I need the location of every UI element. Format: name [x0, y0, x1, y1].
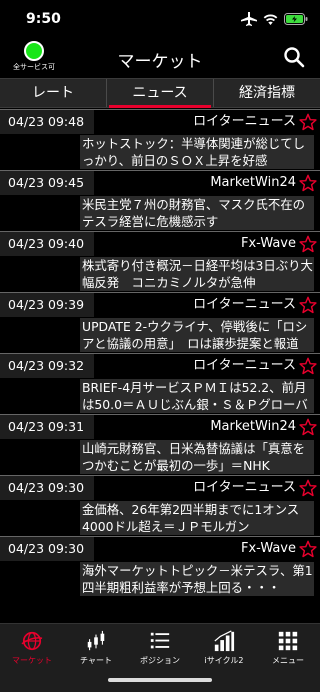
news-item[interactable]: 04/23 09:30 Fx-Wave 海外マーケットトピック－米テスラ、第1四… [0, 536, 320, 597]
tab-rate[interactable]: レート [0, 79, 106, 107]
news-meta: 04/23 09:45 MarketWin24 [0, 171, 320, 195]
tab-economic-indicators[interactable]: 経済指標 [213, 79, 320, 107]
news-meta: 04/23 09:30 ロイターニュース [0, 476, 320, 500]
home-indicator[interactable] [108, 678, 212, 682]
news-headline: 金価格、26年第2四半期までに1オンス4000ドル超え＝ＪＰモルガン [80, 501, 314, 535]
star-icon[interactable] [299, 113, 317, 131]
news-source: ロイターニュース [193, 358, 296, 373]
status-bar: 9:50 [0, 0, 320, 38]
news-item[interactable]: 04/23 09:48 ロイターニュース ホットストック：半導体関連が総じてしっ… [0, 109, 320, 170]
news-source: Fx-Wave [240, 541, 296, 556]
news-item[interactable]: 04/23 09:32 ロイターニュース BRIEF-4月サービスＰＭＩは52.… [0, 353, 320, 414]
page-title: マーケット [117, 52, 203, 72]
news-headline: ホットストック：半導体関連が総じてしっかり、前日のＳＯＸ上昇を好感 [80, 135, 314, 169]
grid-icon [278, 631, 298, 651]
bottom-tab-label: メニュー [272, 656, 304, 665]
news-source: Fx-Wave [240, 236, 296, 251]
list-icon [150, 632, 170, 649]
news-source: ロイターニュース [193, 114, 296, 129]
news-item[interactable]: 04/23 09:39 ロイターニュース UPDATE 2-ウクライナ、停戦後に… [0, 292, 320, 353]
news-meta: 04/23 09:31 MarketWin24 [0, 415, 320, 439]
star-icon[interactable] [299, 235, 317, 253]
battery-icon [284, 13, 308, 25]
news-headline: 山崎元財務官、日米為替協議は「真意をつかむことが最初の一歩」＝NHK [80, 440, 314, 474]
news-date: 04/23 09:45 [0, 171, 94, 195]
news-headline: 米民主党７州の財務官、マスク氏不在のテスラ経営に危機感示す [80, 196, 314, 230]
star-icon[interactable] [299, 540, 317, 558]
bottom-tab-label: マーケット [12, 656, 52, 665]
nav-bar: 全サービス可 マーケット [0, 38, 320, 78]
news-date: 04/23 09:48 [0, 110, 94, 134]
bottom-tab-menu[interactable]: メニュー [256, 624, 320, 692]
news-meta: 04/23 09:39 ロイターニュース [0, 293, 320, 317]
news-item[interactable]: 04/23 09:30 ロイターニュース 金価格、26年第2四半期までに1オンス… [0, 475, 320, 536]
news-item[interactable]: 04/23 09:45 MarketWin24 米民主党７州の財務官、マスク氏不… [0, 170, 320, 231]
bottom-tab-label: ポジション [140, 656, 180, 665]
globe-icon [21, 631, 43, 651]
news-source: ロイターニュース [193, 297, 296, 312]
news-meta: 04/23 09:32 ロイターニュース [0, 354, 320, 378]
news-source: MarketWin24 [210, 175, 296, 190]
news-date: 04/23 09:30 [0, 537, 94, 561]
star-icon[interactable] [299, 174, 317, 192]
star-icon[interactable] [299, 296, 317, 314]
news-source: ロイターニュース [193, 480, 296, 495]
star-icon[interactable] [299, 418, 317, 436]
star-icon[interactable] [299, 357, 317, 375]
news-date: 04/23 09:31 [0, 415, 94, 439]
news-source: MarketWin24 [210, 419, 296, 434]
news-meta: 04/23 09:40 Fx-Wave [0, 232, 320, 256]
news-date: 04/23 09:32 [0, 354, 94, 378]
news-date: 04/23 09:40 [0, 232, 94, 256]
news-headline: UPDATE 2-ウクライナ、停戦後に「ロシアと協議の用意」 ロは譲歩提案と報道 [80, 318, 314, 352]
tab-news[interactable]: ニュース [106, 79, 213, 108]
bottom-tab-label: チャート [80, 656, 112, 665]
news-item[interactable]: 04/23 09:40 Fx-Wave 株式寄り付き概況－日経平均は3日ぶり大幅… [0, 231, 320, 292]
star-icon[interactable] [299, 479, 317, 497]
bottom-tab-market[interactable]: マーケット [0, 624, 64, 692]
news-item[interactable]: 04/23 09:31 MarketWin24 山崎元財務官、日米為替協議は「真… [0, 414, 320, 475]
candlestick-icon [87, 630, 105, 651]
news-list: 04/23 09:48 ロイターニュース ホットストック：半導体関連が総じてしっ… [0, 109, 320, 623]
airplane-icon [241, 12, 257, 26]
news-meta: 04/23 09:48 ロイターニュース [0, 110, 320, 134]
status-time: 9:50 [26, 11, 61, 27]
news-headline: 株式寄り付き概況－日経平均は3日ぶり大幅反発 コニカミノルタが急伸 [80, 257, 314, 291]
news-meta: 04/23 09:30 Fx-Wave [0, 537, 320, 561]
news-date: 04/23 09:39 [0, 293, 94, 317]
news-date: 04/23 09:30 [0, 476, 94, 500]
bottom-tab-label: iサイクル2 [204, 656, 244, 665]
status-icons [241, 12, 308, 26]
bar-chart-icon [214, 630, 235, 652]
search-icon[interactable] [282, 45, 306, 69]
segment-tabs: レート ニュース 経済指標 [0, 78, 320, 108]
news-headline: 海外マーケットトピック－米テスラ、第1四半期粗利益率が予想上回る・・・ [80, 562, 314, 596]
wifi-icon [263, 14, 278, 25]
news-headline: BRIEF-4月サービスＰＭＩは52.2、前月は50.0＝ＡＵじぶん銀・Ｓ＆Ｐグ… [80, 379, 314, 413]
